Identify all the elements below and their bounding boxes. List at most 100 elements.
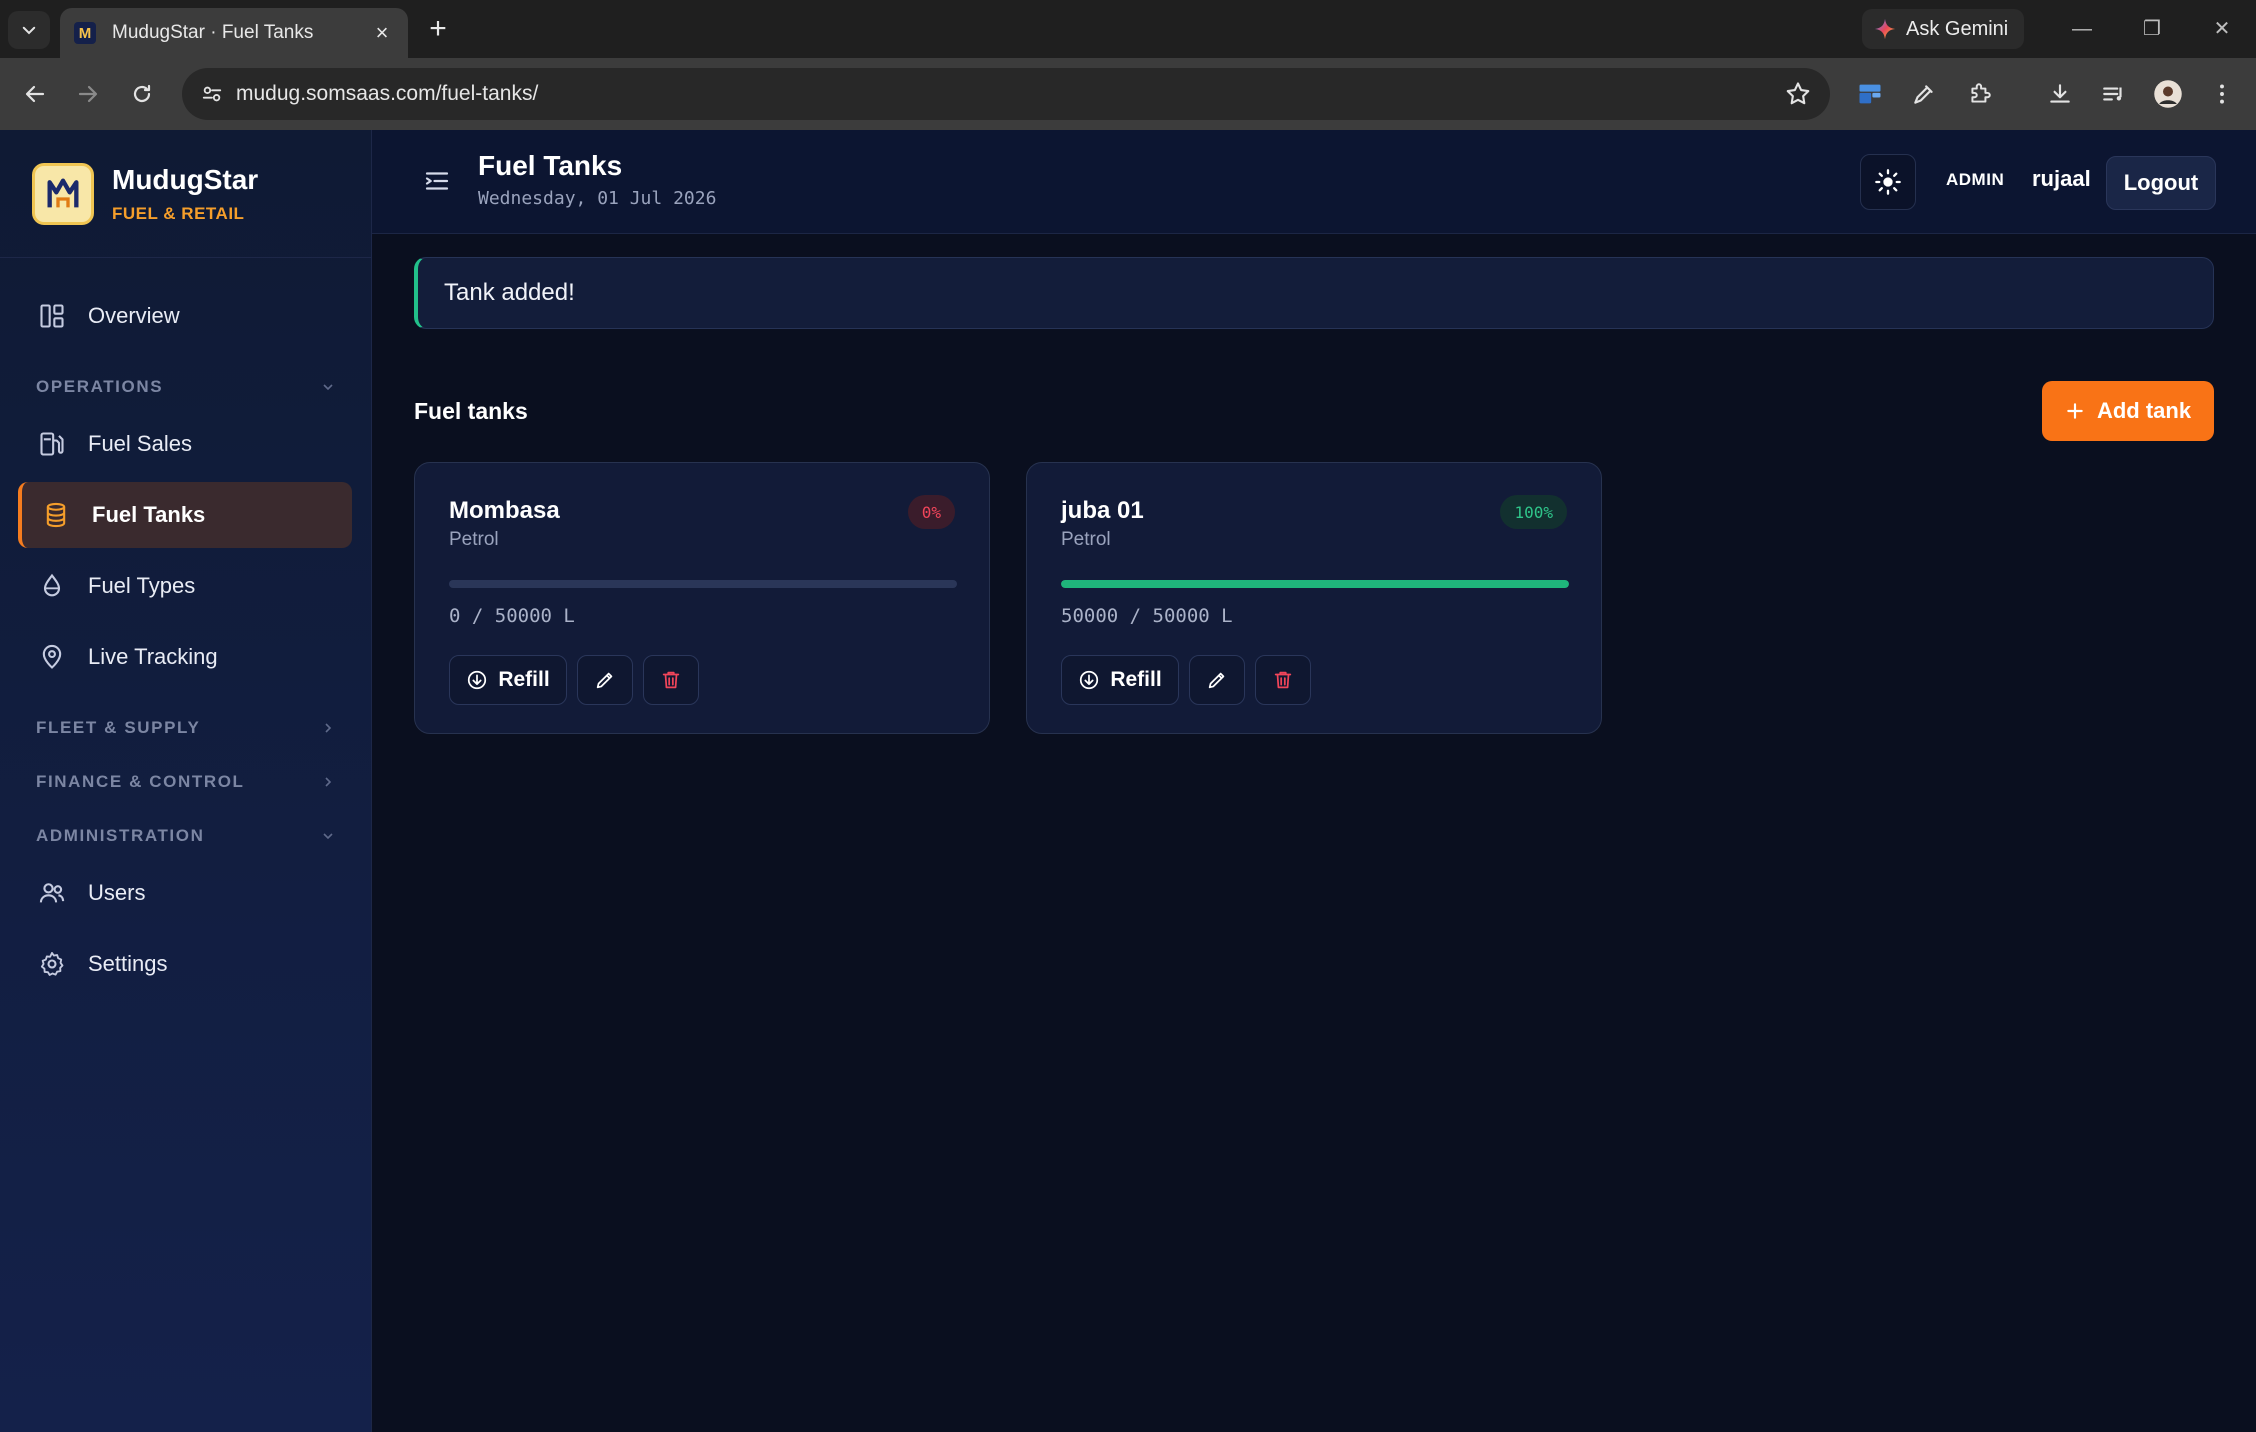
address-bar[interactable]: mudug.somsaas.com/fuel-tanks/: [182, 68, 1830, 120]
browser-toolbar: mudug.somsaas.com/fuel-tanks/: [0, 58, 2256, 130]
alert-message: Tank added!: [444, 279, 575, 306]
success-alert: Tank added!: [414, 257, 2214, 329]
refill-label: Refill: [498, 668, 550, 691]
section-label: FINANCE & CONTROL: [36, 772, 245, 791]
pencil-icon: [1208, 672, 1225, 689]
sidebar-item-label: Fuel Types: [88, 573, 196, 598]
browser-tab-active[interactable]: M MudugStar · Fuel Tanks ×: [60, 8, 408, 58]
refill-button[interactable]: Refill: [449, 655, 567, 705]
reload-button[interactable]: [124, 76, 160, 112]
forward-button[interactable]: [70, 76, 106, 112]
tank-fuel-type: Petrol: [449, 529, 499, 550]
users-icon: [36, 877, 68, 909]
top-header: Fuel Tanks Wednesday, 01 Jul 2026 ADMIN …: [372, 130, 2256, 234]
sidebar-item-fuel-types[interactable]: Fuel Types: [18, 553, 352, 619]
trash-icon: [1274, 671, 1292, 689]
tank-card: Mombasa Petrol 0% 0 / 50000 L Refill: [414, 462, 990, 734]
edit-tank-button[interactable]: [1189, 655, 1245, 705]
tank-fuel-type: Petrol: [1061, 529, 1111, 550]
fill-percent-badge: 0%: [907, 495, 955, 529]
favicon-icon: M: [74, 22, 96, 44]
sidebar-item-live-tracking[interactable]: Live Tracking: [18, 624, 352, 690]
sidebar-item-fuel-tanks[interactable]: Fuel Tanks: [18, 482, 352, 548]
plus-icon: [2067, 403, 2083, 419]
download-icon[interactable]: [2042, 76, 2078, 112]
tab-search-button[interactable]: [8, 11, 50, 49]
browser-tabstrip: M MudugStar · Fuel Tanks × + Ask Gemini …: [0, 0, 2256, 58]
browser-menu-icon[interactable]: [2204, 76, 2240, 112]
fill-percent-badge: 100%: [1500, 495, 1567, 529]
section-label: OPERATIONS: [36, 377, 164, 396]
site-info-icon[interactable]: [196, 78, 228, 110]
delete-tank-button[interactable]: [1255, 655, 1311, 705]
fill-level-bar: [1061, 580, 1569, 588]
brand-logo-icon: [32, 162, 94, 225]
section-finance-control[interactable]: FINANCE & CONTROL: [36, 772, 336, 792]
eyedropper-icon[interactable]: [1906, 76, 1942, 112]
minimize-button[interactable]: —: [2064, 12, 2100, 46]
sidebar-item-label: Users: [88, 880, 146, 905]
section-operations[interactable]: OPERATIONS: [36, 377, 336, 397]
droplet-icon: [36, 570, 68, 602]
chevron-right-icon: [325, 723, 332, 733]
media-queue-icon[interactable]: [2096, 76, 2132, 112]
brand-name: MudugStar: [112, 163, 259, 195]
gear-icon: [36, 948, 68, 980]
url-text[interactable]: mudug.somsaas.com/fuel-tanks/: [236, 82, 538, 106]
trash-icon: [662, 671, 680, 689]
add-tank-button[interactable]: Add tank: [2042, 381, 2214, 441]
close-window-button[interactable]: ✕: [2204, 12, 2240, 46]
close-tab-icon[interactable]: ×: [370, 21, 394, 45]
sidebar-item-label: Settings: [88, 951, 168, 976]
back-button[interactable]: [17, 76, 53, 112]
sidebar-toggle-icon[interactable]: [422, 166, 452, 196]
sidebar-item-label: Fuel Sales: [88, 431, 192, 456]
extensions-puzzle-icon[interactable]: [1962, 76, 1998, 112]
section-fleet-supply[interactable]: FLEET & SUPPLY: [36, 718, 336, 738]
extension-blue-icon[interactable]: [1852, 76, 1888, 112]
chevron-down-icon: [323, 384, 333, 391]
tank-capacity: 0 / 50000 L: [449, 605, 575, 627]
tank-name: juba 01: [1061, 497, 1144, 524]
logout-button[interactable]: Logout: [2106, 156, 2216, 210]
sidebar-item-overview[interactable]: Overview: [18, 283, 352, 349]
sidebar-item-label: Live Tracking: [88, 644, 218, 669]
sidebar-item-label: Fuel Tanks: [92, 502, 206, 527]
gemini-sparkle-icon: [1874, 18, 1896, 40]
brand[interactable]: MudugStar FUEL & RETAIL: [0, 130, 371, 258]
restore-button[interactable]: ❐: [2134, 12, 2170, 46]
bookmark-star-icon[interactable]: [1784, 80, 1812, 108]
tank-capacity: 50000 / 50000 L: [1061, 605, 1233, 627]
ask-gemini-button[interactable]: Ask Gemini: [1862, 9, 2024, 49]
section-title: Fuel tanks: [414, 398, 528, 424]
download-circle-icon: [1080, 670, 1099, 690]
refill-button[interactable]: Refill: [1061, 655, 1179, 705]
sun-icon: [1875, 169, 1901, 195]
sidebar-item-settings[interactable]: Settings: [18, 931, 352, 997]
tank-card: juba 01 Petrol 100% 50000 / 50000 L Refi…: [1026, 462, 1602, 734]
username: rujaal: [2032, 166, 2091, 191]
tab-title: MudugStar · Fuel Tanks: [112, 22, 314, 43]
theme-toggle-button[interactable]: [1860, 154, 1916, 210]
tank-name: Mombasa: [449, 497, 560, 524]
arrow-left-icon: [25, 85, 45, 103]
database-icon: [40, 499, 72, 531]
sidebar: MudugStar FUEL & RETAIL Overview OPERATI…: [0, 130, 372, 1432]
add-tank-label: Add tank: [2096, 398, 2192, 423]
profile-avatar-icon[interactable]: [2150, 76, 2186, 112]
fuel-pump-icon: [36, 428, 68, 460]
new-tab-button[interactable]: +: [422, 14, 454, 46]
edit-tank-button[interactable]: [577, 655, 633, 705]
section-label: FLEET & SUPPLY: [36, 718, 201, 737]
section-administration[interactable]: ADMINISTRATION: [36, 826, 336, 846]
layout-dashboard-icon: [36, 300, 68, 332]
chevron-down-icon: [323, 833, 333, 840]
page-title: Fuel Tanks: [478, 150, 623, 181]
fill-level-bar: [449, 580, 957, 588]
sidebar-item-fuel-sales[interactable]: Fuel Sales: [18, 411, 352, 477]
brand-subtitle: FUEL & RETAIL: [112, 203, 245, 223]
delete-tank-button[interactable]: [643, 655, 699, 705]
fill-level-bar-fill: [1061, 580, 1569, 588]
sidebar-item-users[interactable]: Users: [18, 860, 352, 926]
pencil-icon: [596, 672, 613, 689]
